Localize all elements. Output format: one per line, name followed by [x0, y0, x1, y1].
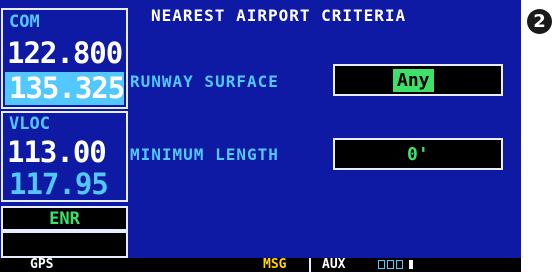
page-title: NEAREST AIRPORT CRITERIA — [151, 6, 407, 25]
status-bar: GPS MSG AUX — [0, 258, 521, 272]
callout-number-badge: 2 — [527, 9, 552, 34]
com-active-frequency: 122.800 — [7, 36, 123, 70]
vloc-frequency-window[interactable]: VLOC 113.00 117.95 — [1, 111, 128, 202]
vloc-standby-frequency[interactable]: 117.95 — [9, 167, 109, 201]
cdi-scale-mode: ENR — [49, 209, 80, 229]
cdi-scale-box: ENR — [1, 206, 128, 231]
minimum-length-field[interactable]: 0' — [333, 138, 503, 170]
page-indicator-square — [378, 260, 385, 269]
runway-surface-value[interactable]: Any — [393, 69, 434, 92]
com-label: COM — [9, 12, 40, 32]
page-indicator — [378, 260, 413, 270]
minimum-length-value[interactable]: 0' — [407, 143, 429, 166]
page-indicator-square — [387, 260, 394, 269]
com-standby-frequency[interactable]: 135.325 — [5, 72, 125, 105]
vloc-active-frequency: 113.00 — [7, 135, 107, 169]
annunciator-box — [1, 231, 128, 258]
page-indicator-square — [396, 260, 403, 269]
message-annunciator: MSG — [263, 257, 287, 272]
gps-mode-indicator: GPS — [30, 257, 54, 272]
vloc-label: VLOC — [9, 114, 50, 134]
page-indicator-active-square — [409, 260, 413, 269]
runway-surface-label: RUNWAY SURFACE — [130, 72, 279, 91]
com-frequency-window[interactable]: COM 122.800 135.325 — [1, 8, 128, 109]
status-divider — [309, 258, 311, 272]
gps-screen: COM 122.800 135.325 VLOC 113.00 117.95 E… — [0, 0, 521, 272]
runway-surface-field[interactable]: Any — [333, 64, 503, 96]
minimum-length-label: MINIMUM LENGTH — [130, 145, 279, 164]
page-group-label: AUX — [322, 257, 346, 272]
